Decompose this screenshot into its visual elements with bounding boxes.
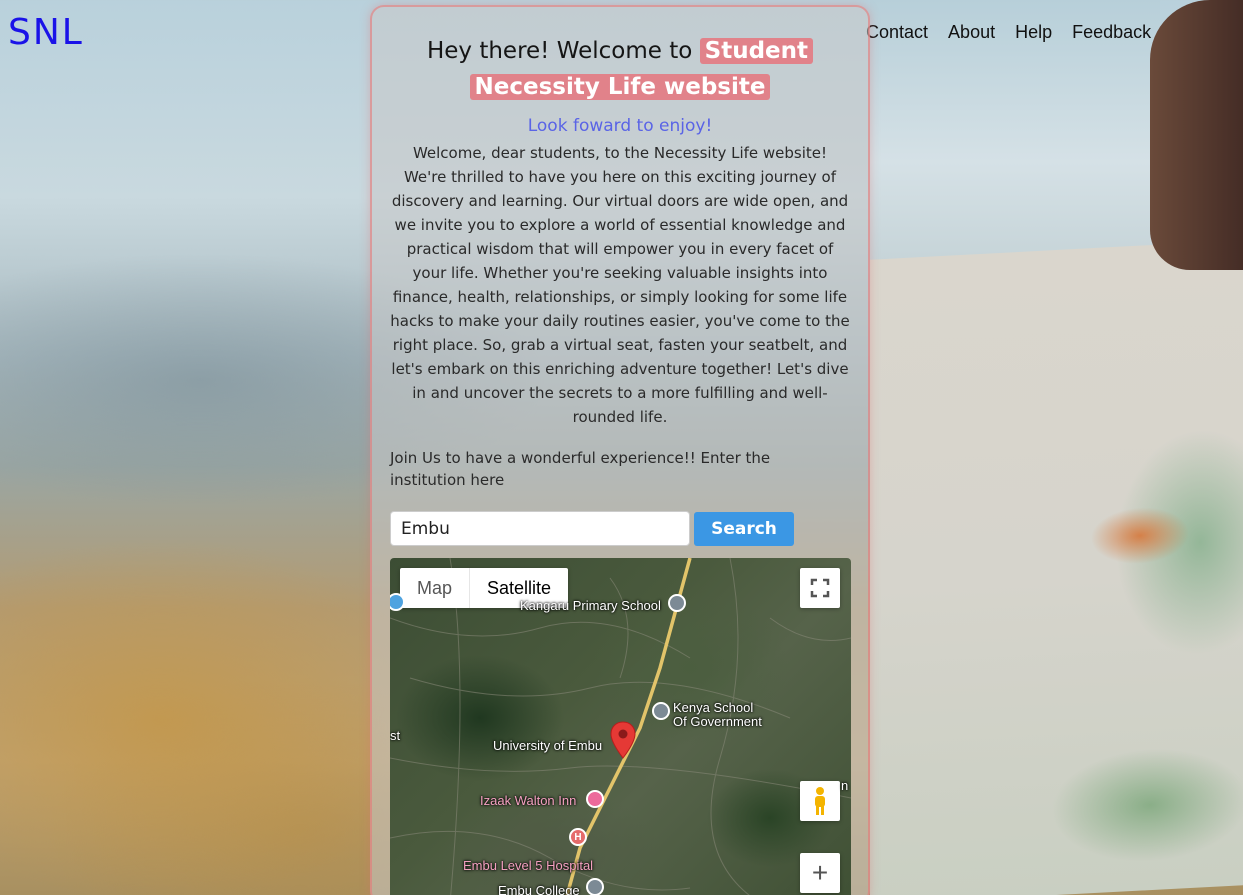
college-icon[interactable]	[586, 878, 604, 895]
join-text: Join Us to have a wonderful experience!!…	[390, 449, 771, 489]
welcome-subtitle: Look foward to enjoy!	[527, 116, 713, 136]
label-edge-right: n	[841, 778, 849, 793]
label-izaak-walton[interactable]: Izaak Walton Inn	[480, 793, 576, 808]
label-hospital[interactable]: Embu Level 5 Hospital	[463, 858, 593, 873]
government-icon[interactable]	[652, 702, 670, 720]
site-logo[interactable]: SNL	[8, 12, 84, 53]
title-highlight-2: Necessity Life website	[469, 74, 771, 100]
hotel-icon[interactable]	[586, 790, 604, 808]
location-marker-icon[interactable]	[610, 721, 636, 759]
pegman-icon	[815, 787, 825, 815]
nav-feedback[interactable]: Feedback	[1072, 22, 1151, 43]
title-prefix: Hey there! Welcome to	[426, 38, 700, 64]
search-row: Search	[390, 511, 850, 546]
main-nav: Contact About Help Feedback	[866, 22, 1151, 43]
nav-help[interactable]: Help	[1015, 22, 1052, 43]
title-highlight-1: Student	[699, 38, 814, 64]
welcome-title: Hey there! Welcome to Student Necessity …	[390, 33, 850, 105]
label-kenya-school-2[interactable]: Of Government	[673, 714, 762, 729]
nav-contact[interactable]: Contact	[866, 22, 928, 43]
label-primary-school[interactable]: Kangaru Primary School	[520, 598, 661, 613]
label-kenya-school-1[interactable]: Kenya School	[673, 700, 753, 715]
background-person	[1150, 0, 1243, 270]
label-edge-left: st	[390, 728, 401, 743]
hospital-icon[interactable]: H	[569, 828, 587, 846]
institution-search-input[interactable]	[390, 511, 690, 546]
search-button[interactable]: Search	[694, 511, 794, 546]
welcome-body: Welcome, dear students, to the Necessity…	[390, 144, 850, 426]
google-map[interactable]: Map Satellite + Kangaru Primary School K…	[390, 558, 851, 895]
zoom-in-button[interactable]: +	[800, 853, 840, 893]
nav-about[interactable]: About	[948, 22, 995, 43]
welcome-card: Hey there! Welcome to Student Necessity …	[370, 5, 870, 895]
fullscreen-icon	[810, 578, 830, 598]
label-university[interactable]: University of Embu	[493, 738, 602, 753]
map-type-map[interactable]: Map	[400, 568, 470, 608]
background-paper-map	[870, 240, 1243, 895]
label-embu-college[interactable]: Embu College	[498, 883, 580, 895]
fullscreen-button[interactable]	[800, 568, 840, 608]
street-view-button[interactable]	[800, 781, 840, 821]
school-pin-icon[interactable]	[668, 594, 686, 612]
